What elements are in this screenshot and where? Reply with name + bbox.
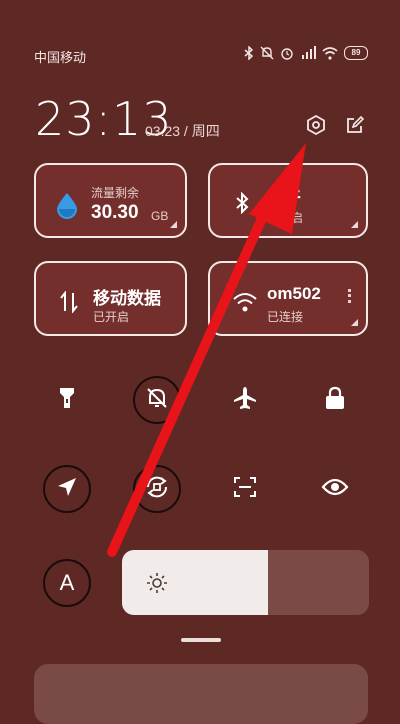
settings-button[interactable] — [304, 114, 328, 141]
expand-corner-icon — [351, 319, 358, 326]
data-usage-unit: GB — [151, 209, 169, 223]
location-toggle[interactable] — [43, 465, 91, 513]
edit-button[interactable] — [343, 115, 367, 139]
date-label: 03.23 / 周四 — [145, 123, 220, 139]
status-icons: 89 — [244, 46, 368, 60]
data-usage-value: 30.30 — [91, 202, 139, 223]
hd-signal-icon — [300, 46, 316, 60]
airplane-toggle[interactable] — [221, 376, 269, 424]
data-arrows-icon — [60, 290, 78, 318]
wifi-status: 已连接 — [267, 310, 304, 324]
screenshot-icon — [233, 476, 257, 503]
bluetooth-status: 已开启 — [267, 211, 304, 225]
flashlight-icon — [59, 386, 75, 415]
mute-icon — [260, 46, 274, 60]
data-usage-label: 流量剩余 — [91, 186, 140, 200]
bluetooth-tile[interactable]: 蓝牙 已开启 — [208, 163, 368, 238]
wifi-icon — [322, 46, 338, 60]
bluetooth-title: 蓝牙 — [267, 189, 301, 208]
mobile-data-tile[interactable]: 移动数据 已开启 — [34, 261, 187, 336]
brightness-fill — [122, 550, 268, 615]
alarm-icon — [280, 46, 294, 60]
bluetooth-icon — [244, 46, 254, 60]
lock-icon — [324, 386, 346, 415]
battery-indicator: 89 — [344, 46, 368, 60]
airplane-icon — [232, 385, 258, 416]
wifi-network-name: om502 — [267, 284, 321, 303]
flashlight-toggle[interactable] — [43, 376, 91, 424]
more-dots-icon — [348, 289, 354, 303]
wifi-tile[interactable]: om502 已连接 — [208, 261, 368, 336]
carrier-name: 中国移动 — [34, 50, 87, 65]
drag-handle[interactable] — [181, 638, 221, 642]
auto-rotate-icon — [144, 474, 170, 505]
gear-icon — [305, 114, 327, 141]
lock-toggle[interactable] — [311, 376, 359, 424]
water-drop-icon — [55, 191, 79, 224]
mobile-data-status: 已开启 — [93, 310, 130, 324]
location-icon — [56, 476, 78, 503]
mute-toggle[interactable] — [133, 376, 181, 424]
sun-icon — [146, 572, 168, 599]
auto-rotate-toggle[interactable] — [133, 465, 181, 513]
bottom-panel — [34, 664, 368, 724]
edit-icon — [345, 115, 365, 140]
expand-corner-icon — [170, 221, 177, 228]
eye-comfort-icon — [321, 477, 349, 502]
mute-icon — [145, 386, 169, 415]
bluetooth-icon — [235, 191, 249, 219]
screenshot-toggle[interactable] — [221, 465, 269, 513]
eye-comfort-toggle[interactable] — [311, 465, 359, 513]
auto-brightness-toggle[interactable]: A — [43, 559, 91, 607]
data-usage-tile[interactable]: 流量剩余 30.30 GB — [34, 163, 187, 238]
expand-corner-icon — [351, 221, 358, 228]
wifi-icon — [232, 291, 258, 318]
brightness-slider[interactable] — [122, 550, 369, 615]
mobile-data-title: 移动数据 — [93, 289, 161, 308]
auto-brightness-label: A — [59, 570, 75, 595]
